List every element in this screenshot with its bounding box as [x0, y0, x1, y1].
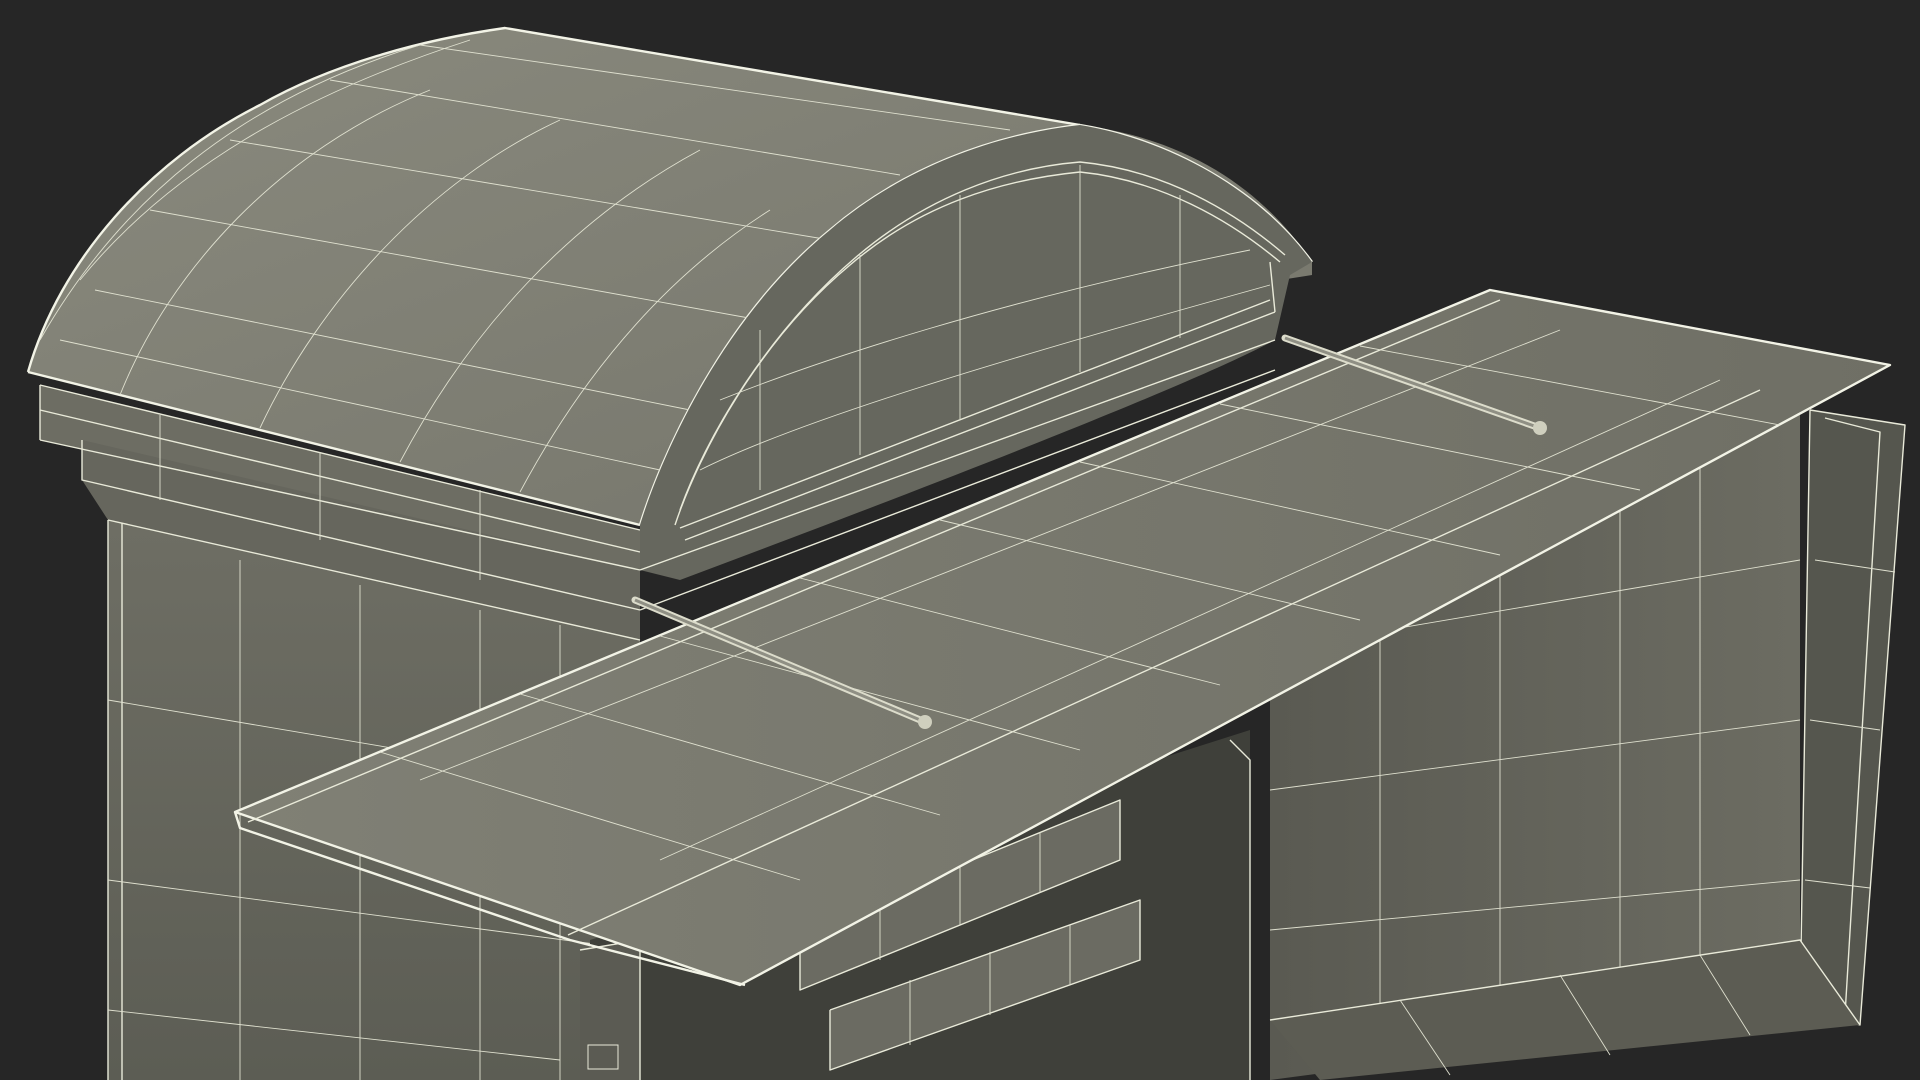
kiosk-right-door	[1799, 409, 1906, 1026]
kiosk-wireframe-model	[26, 26, 1906, 1080]
wireframe-render-viewport	[0, 0, 1920, 1080]
